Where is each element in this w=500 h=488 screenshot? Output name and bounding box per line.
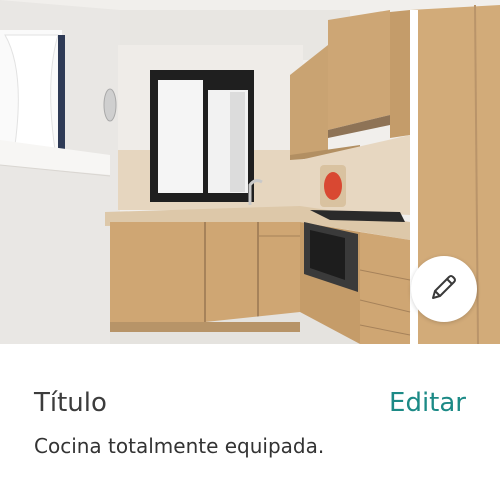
photo-description: Cocina totalmente equipada. (34, 434, 325, 458)
photo-title: Título (34, 388, 107, 418)
edit-link[interactable]: Editar (389, 386, 466, 420)
pencil-icon (429, 272, 459, 306)
edit-photo-button[interactable] (411, 256, 477, 322)
